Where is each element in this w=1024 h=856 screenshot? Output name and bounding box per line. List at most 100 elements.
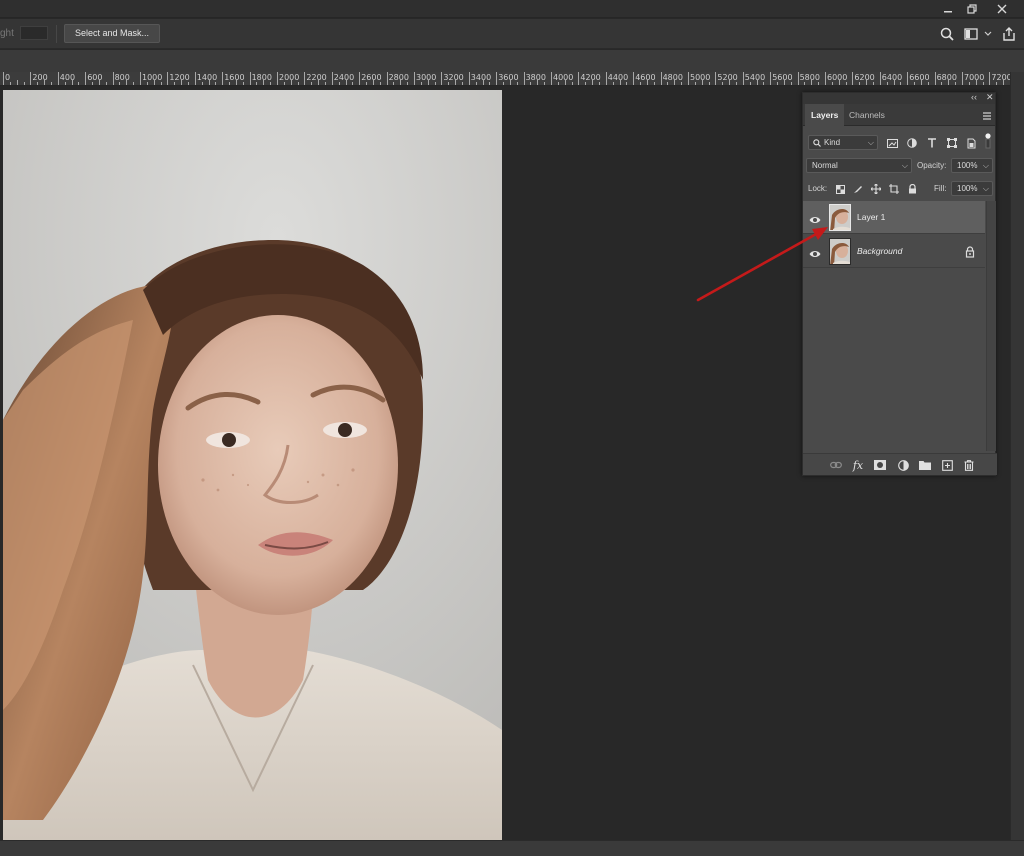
fill-label: Fill: <box>934 184 947 193</box>
ruler-label: 4800 <box>662 73 683 82</box>
vertical-scrollbar[interactable] <box>1010 72 1024 840</box>
title-bar <box>0 0 1024 18</box>
layer-row-background[interactable]: Background <box>803 235 985 268</box>
restore-button[interactable] <box>958 0 986 18</box>
blend-mode-value: Normal <box>812 161 838 170</box>
ruler-major-tick <box>277 72 278 85</box>
fill-field[interactable]: 100% ⌵ <box>951 181 993 196</box>
visibility-eye-icon[interactable] <box>809 246 821 257</box>
ruler-minor-tick <box>78 82 80 85</box>
ruler-label: 1400 <box>196 73 218 82</box>
ruler-minor-tick <box>886 82 888 85</box>
workspace-icon[interactable] <box>962 25 980 43</box>
ruler-minor-tick <box>475 82 477 85</box>
ruler-minor-tick <box>256 82 258 85</box>
visibility-eye-icon[interactable] <box>809 212 821 223</box>
ruler-label: 600 <box>87 73 103 82</box>
blend-mode-select[interactable]: Normal ⌵ <box>806 158 912 173</box>
link-icon[interactable] <box>829 458 843 472</box>
panel-scrollbar[interactable] <box>986 201 996 451</box>
filter-type-icon[interactable] <box>925 136 939 150</box>
ruler-minor-tick <box>311 82 313 85</box>
ruler-minor-tick <box>831 82 833 85</box>
trash-icon[interactable] <box>962 458 976 472</box>
document-tab-strip <box>0 50 1024 72</box>
search-icon[interactable] <box>938 25 956 43</box>
ruler-label: 4600 <box>635 73 656 82</box>
lock-artboard-icon[interactable] <box>887 182 901 196</box>
horizontal-ruler[interactable]: 0 200 400 600 800 1000 1200 1400 1600 1800 2000 220… <box>0 72 1010 86</box>
ruler-label: 5400 <box>744 73 766 82</box>
ruler-minor-tick <box>324 82 326 85</box>
lock-transparent-icon[interactable] <box>833 182 847 196</box>
ruler-minor-tick <box>598 82 600 85</box>
lock-paint-icon[interactable] <box>851 182 865 196</box>
filter-row: Kind ⌵ <box>803 133 997 152</box>
ruler-major-tick <box>359 72 361 85</box>
ruler-minor-tick <box>393 82 395 85</box>
share-icon[interactable] <box>1000 25 1018 43</box>
filter-smart-object-icon[interactable] <box>964 136 978 150</box>
tab-layers[interactable]: Layers <box>805 104 845 126</box>
ruler-label: 1000 <box>142 73 163 82</box>
opacity-field[interactable]: 100% ⌵ <box>951 158 993 173</box>
filter-adjustment-icon[interactable] <box>905 136 919 150</box>
ruler-minor-tick <box>872 82 874 85</box>
folder-icon[interactable] <box>918 458 932 472</box>
ruler-major-tick <box>441 72 443 85</box>
ruler-major-tick <box>633 72 635 85</box>
horizontal-scrollbar[interactable] <box>0 840 1024 856</box>
filter-shape-icon[interactable] <box>945 136 959 150</box>
ruler-major-tick <box>30 72 32 85</box>
collapse-panel-icon[interactable]: ‹‹ <box>971 92 977 102</box>
ruler-minor-tick <box>338 82 340 85</box>
ruler-minor-tick <box>694 82 696 85</box>
lock-move-icon[interactable] <box>869 182 883 196</box>
ruler-label: 6200 <box>854 73 875 82</box>
layer-row-layer-1[interactable]: Layer 1 <box>803 201 985 234</box>
ruler-minor-tick <box>352 82 354 85</box>
ruler-major-tick <box>797 72 799 85</box>
close-icon <box>997 4 1007 14</box>
panel-header-bar: ‹‹ ✕ <box>803 92 995 104</box>
close-panel-icon[interactable]: ✕ <box>986 92 994 103</box>
ruler-label: 6600 <box>909 73 930 82</box>
mask-icon[interactable] <box>873 458 887 472</box>
panel-menu-icon[interactable] <box>981 109 993 121</box>
filter-kind-label: Kind <box>824 138 841 147</box>
filter-pixel-icon[interactable] <box>885 136 899 150</box>
ruler-major-tick <box>57 72 59 85</box>
tab-channels[interactable]: Channels <box>843 104 891 126</box>
ruler-label: 0 <box>5 73 11 82</box>
lock-row: Lock: Fill: 100% ⌵ <box>803 180 997 198</box>
ruler-minor-tick <box>297 82 299 85</box>
chevron-down-icon[interactable] <box>982 25 994 43</box>
ruler-major-tick <box>989 72 991 85</box>
chevron-down-icon: ⌵ <box>982 184 989 193</box>
lock-icon[interactable] <box>965 245 975 258</box>
filter-kind-select[interactable]: Kind ⌵ <box>808 135 878 150</box>
ruler-label: 200 <box>32 73 48 82</box>
close-button[interactable] <box>988 0 1016 18</box>
filter-toggle[interactable] <box>983 133 993 149</box>
ruler-minor-tick <box>242 82 244 85</box>
ruler-minor-tick <box>818 82 820 85</box>
adjustment-icon[interactable] <box>896 458 910 472</box>
ruler-label: 4400 <box>607 73 629 82</box>
ruler-minor-tick <box>804 82 806 85</box>
lock-all-icon[interactable] <box>905 182 919 196</box>
ruler-major-tick <box>468 72 470 85</box>
new-layer-icon[interactable] <box>940 458 954 472</box>
option-value-field[interactable] <box>20 26 48 40</box>
options-bar: ght Select and Mask... <box>0 19 1024 49</box>
ruler-major-tick <box>222 72 224 85</box>
ruler-major-tick <box>879 72 881 85</box>
ruler-label: 800 <box>114 73 130 82</box>
ruler-label: 3600 <box>498 73 519 82</box>
fx-icon[interactable]: fx <box>851 458 865 472</box>
ruler-minor-tick <box>119 82 121 85</box>
layers-panel: ‹‹ ✕ Layers Channels Kind ⌵ Normal ⌵ Opa… <box>802 92 997 476</box>
ruler-major-tick <box>907 72 909 85</box>
select-and-mask-button[interactable]: Select and Mask... <box>64 24 161 43</box>
ruler-minor-tick <box>749 82 751 85</box>
